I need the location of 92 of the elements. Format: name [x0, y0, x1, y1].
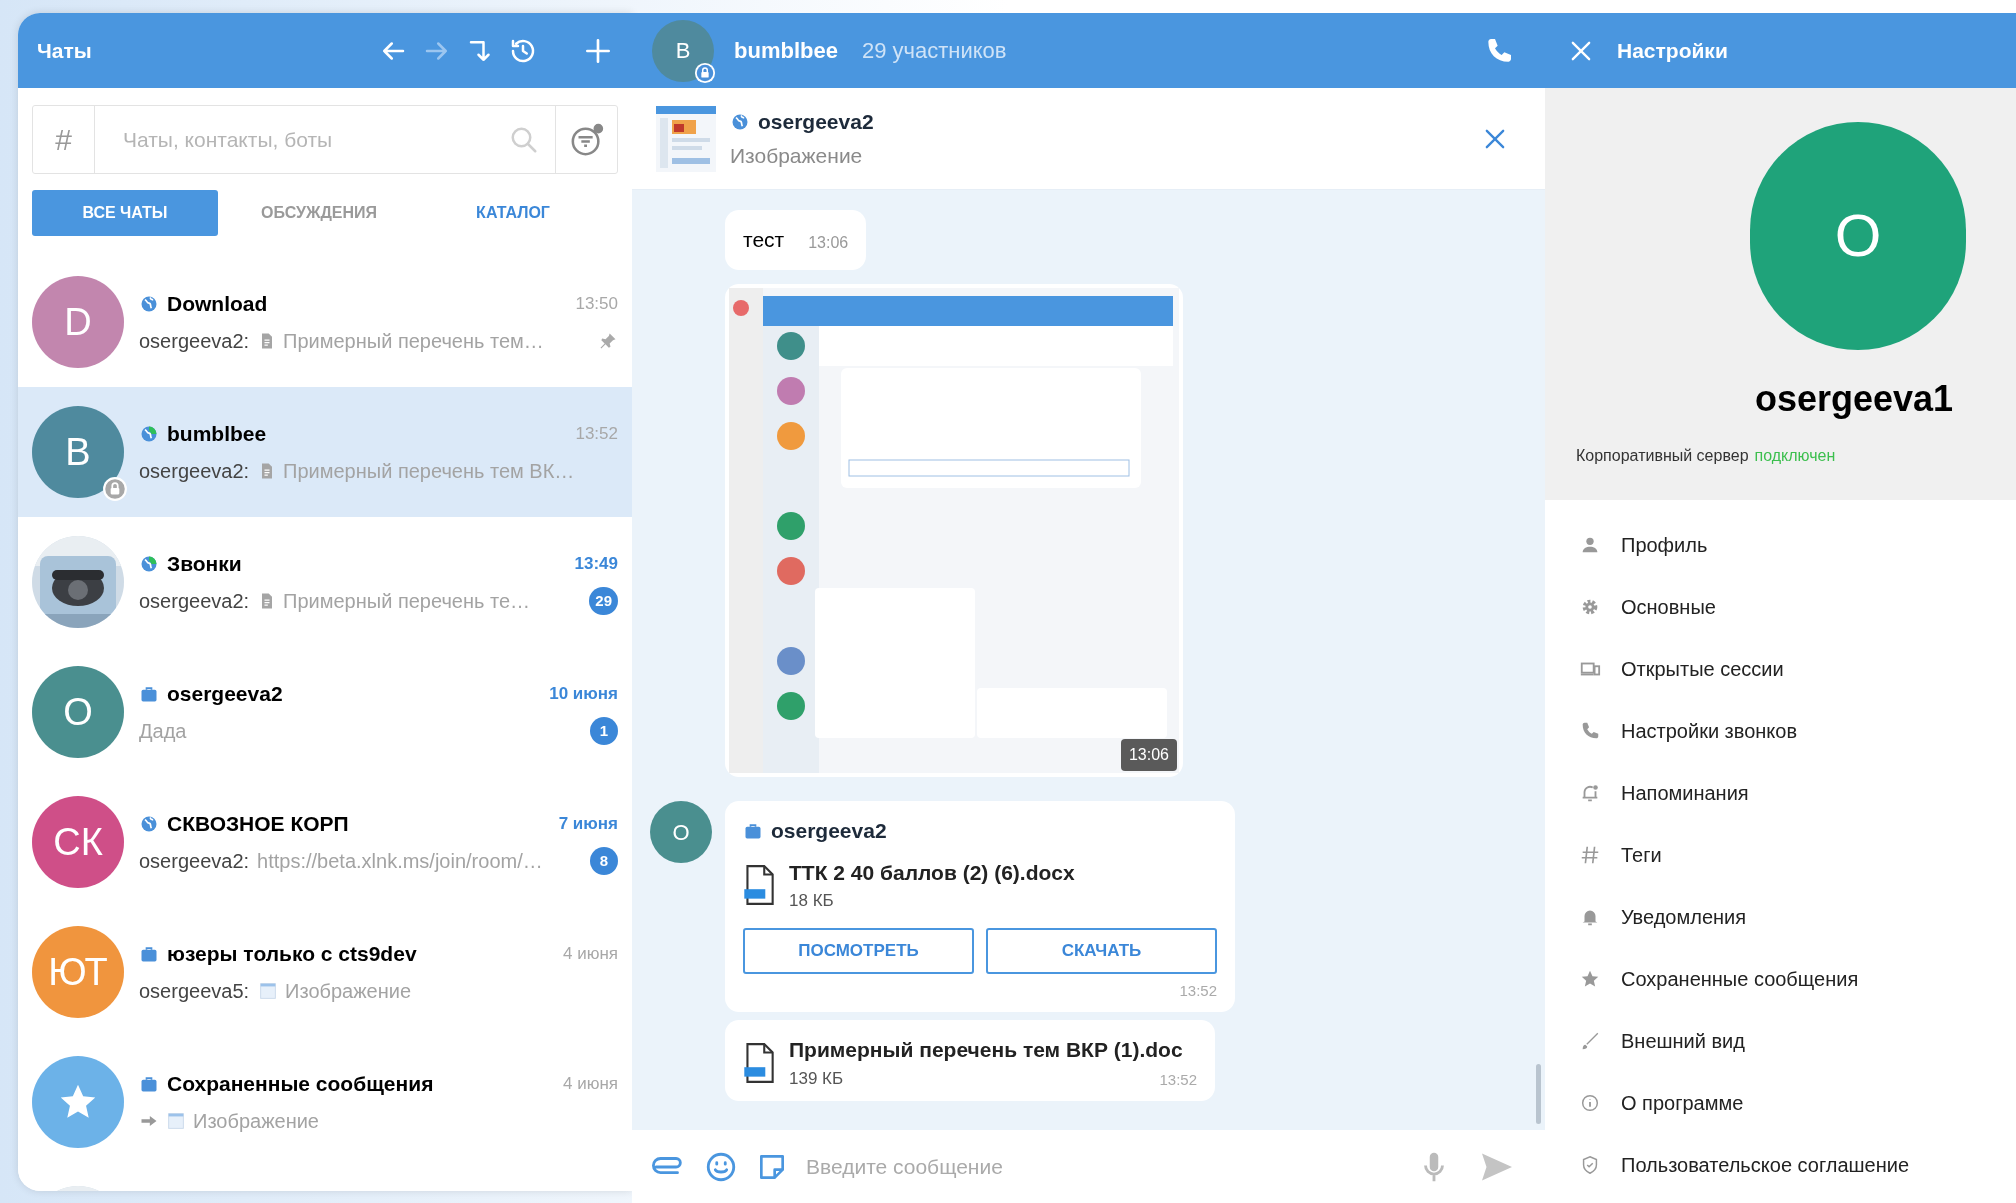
globe-icon: [139, 424, 159, 444]
sender-name: osergeeva2:: [139, 458, 250, 484]
message-input[interactable]: Введите сообщение: [806, 1150, 1399, 1183]
settings-menu-item[interactable]: Напоминания: [1621, 778, 1749, 808]
chat-name: юзеры только с cts9dev: [167, 941, 417, 968]
chat-time: 7 июня: [558, 813, 618, 836]
lock-icon: [102, 476, 128, 502]
chat-list-item[interactable]: D Download 13:50 osergeeva2: Примерный перечень тем…: [18, 257, 632, 387]
settings-menu-item[interactable]: Сохраненные сообщения: [1621, 964, 1859, 994]
file-size: 139 КБ: [789, 1067, 844, 1090]
file-size: 18 КБ: [789, 890, 834, 912]
message-text: тест: [743, 227, 785, 254]
message-preview: https://beta.xlnk.ms/join/room/…: [257, 848, 543, 874]
settings-menu-item[interactable]: Внешний вид: [1621, 1026, 1745, 1056]
settings-menu-item[interactable]: Теги: [1621, 840, 1662, 870]
pinned-text: Изображение: [730, 142, 864, 169]
message-preview: Примерный перечень те…: [283, 588, 531, 614]
image-message[interactable]: 13:06: [725, 284, 1183, 777]
chat-time: 10 июня: [549, 683, 618, 706]
avatar: D: [32, 276, 124, 368]
author-avatar[interactable]: O: [650, 801, 712, 863]
briefcase-icon: [139, 944, 159, 964]
settings-menu-item[interactable]: Настройки звонков: [1621, 716, 1798, 746]
chat-time: 4 июня: [562, 1073, 618, 1096]
chat-name: Звонки: [167, 551, 242, 578]
settings-menu-item[interactable]: Основные: [1621, 592, 1716, 622]
avatar: O: [32, 666, 124, 758]
file-action-button[interactable]: ПОСМОТРЕТЬ: [743, 927, 974, 974]
message-preview: Изображение: [285, 978, 412, 1004]
chat-time: 13:52: [575, 423, 618, 446]
profile-name: osergeeva1: [1755, 377, 1955, 421]
settings-menu-item[interactable]: Профиль: [1621, 530, 1708, 560]
chat-name: osergeeva2: [167, 681, 283, 708]
unread-count-badge: 8: [590, 846, 618, 875]
chat-name: Download: [167, 291, 268, 318]
chat-list-item[interactable]: O osergeeva2 10 июня Дада 1: [18, 647, 632, 777]
globe-icon: [139, 554, 159, 574]
panel-title: Чаты: [37, 37, 92, 64]
pinned-message-bar[interactable]: osergeeva2 Изображение: [632, 88, 1545, 190]
sender-name: osergeeva2:: [139, 328, 250, 354]
chat-list-item[interactable]: Звонки 13:49 osergeeva2: Примерный перечень те… 29: [18, 517, 632, 647]
avatar: СК: [32, 796, 124, 888]
doc-file-icon: [743, 1041, 775, 1084]
chat-time: 4 июня: [562, 943, 618, 966]
chat-list-item[interactable]: B bumblbee 13:52 osergeeva2: Примерный перечень тем ВК…: [18, 387, 632, 517]
chat-time: 13:49: [574, 553, 618, 576]
message-time: 13:52: [1179, 980, 1217, 1001]
message-time: 13:06: [1120, 739, 1177, 771]
chat-list-item[interactable]: Сохраненные сообщения 4 июня Изображение: [18, 1037, 632, 1167]
unread-count-badge: 29: [589, 586, 618, 615]
author-name[interactable]: osergeeva2: [771, 815, 887, 847]
settings-menu-item[interactable]: О программе: [1621, 1088, 1744, 1118]
sender-name: osergeeva2:: [139, 588, 250, 614]
hash-icon: [1579, 844, 1601, 866]
scrollbar-thumb[interactable]: [1536, 1064, 1541, 1124]
message-preview: Дада: [139, 718, 187, 744]
pinned-author: osergeeva2: [758, 109, 874, 135]
message-preview: Изображение: [193, 1108, 319, 1134]
settings-title: Настройки: [1617, 37, 1728, 64]
chat-list-item[interactable]: СК СКВОЗНОЕ КОРП 7 июня osergeeva2: https://beta.xlnk.ms/join/room/… 8: [18, 777, 632, 907]
unread-count-badge: 1: [590, 716, 618, 745]
chat-title: bumblbee: [734, 37, 838, 65]
file-name[interactable]: ТТК 2 40 баллов (2) (6).docx: [789, 856, 1217, 888]
chat-list-item[interactable]: ЮТ юзеры только с cts9dev 4 июня osergeeva5: Изображение: [18, 907, 632, 1037]
avatar: ЮТ: [32, 926, 124, 1018]
message-preview: Примерный перечень тем ВК…: [283, 458, 575, 484]
file-action-button[interactable]: СКАЧАТЬ: [986, 927, 1217, 974]
briefcase-icon: [139, 684, 159, 704]
tab[interactable]: КАТАЛОГ: [420, 190, 606, 236]
lock-icon: [694, 61, 716, 84]
globe-icon: [139, 294, 159, 314]
sender-name: osergeeva2:: [139, 848, 250, 874]
settings-menu-item[interactable]: Открытые сессии: [1621, 654, 1784, 684]
chat-name: СКВОЗНОЕ КОРП: [167, 811, 349, 838]
sender-name: osergeeva5:: [139, 978, 250, 1004]
server-label: Корпоративный сервер: [1576, 446, 1749, 466]
message-time: 13:06: [808, 233, 849, 253]
settings-menu-item[interactable]: Пользовательское соглашение: [1621, 1150, 1910, 1180]
chat-name: Сохраненные сообщения: [167, 1071, 434, 1098]
briefcase-icon: [139, 1074, 159, 1094]
chat-name: bumblbee: [167, 421, 267, 448]
server-status: подключен: [1754, 446, 1836, 466]
info-icon: [1579, 1092, 1601, 1114]
message-time: 13:52: [1159, 1069, 1197, 1090]
file-name[interactable]: Примерный перечень тем ВКР (1).doc: [789, 1034, 1197, 1066]
chat-avatar[interactable]: B: [652, 19, 714, 82]
chat-time: 13:50: [575, 293, 618, 316]
doc-file-icon: [743, 864, 775, 906]
message-preview: Примерный перечень тем…: [283, 328, 544, 354]
globe-icon: [139, 814, 159, 834]
avatar: B: [32, 406, 124, 498]
settings-menu-item[interactable]: Уведомления: [1621, 902, 1747, 932]
